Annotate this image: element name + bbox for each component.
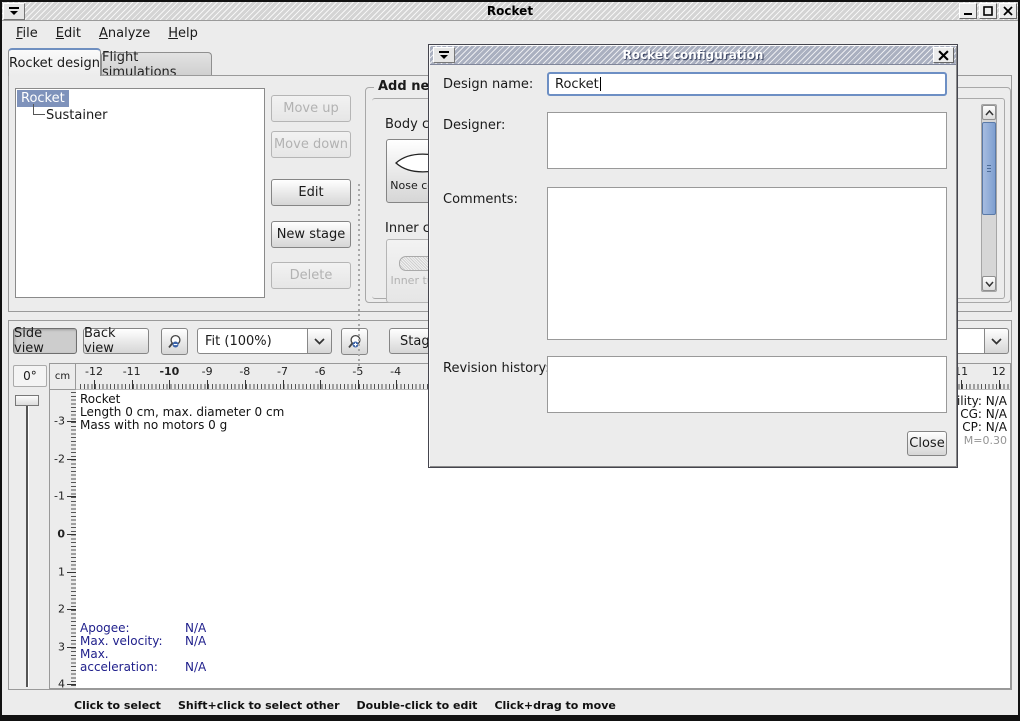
tree-item-sustainer[interactable]: Sustainer: [46, 108, 108, 123]
text-caret: [600, 77, 601, 91]
dialog-title: Rocket configuration: [430, 48, 956, 62]
scrollbar-thumb[interactable]: [982, 122, 996, 215]
rocket-summary: Rocket Length 0 cm, max. diameter 0 cm M…: [80, 393, 284, 432]
dialog-window-menu-button[interactable]: [433, 47, 455, 63]
vruler-number: 1: [58, 565, 65, 578]
max-acceleration-label: Max. acceleration:: [80, 648, 185, 674]
maximize-icon: [983, 6, 993, 16]
hruler-number: -8: [239, 365, 250, 378]
delete-button[interactable]: Delete: [271, 262, 351, 289]
hruler-number: -9: [202, 365, 213, 378]
hruler-number: -7: [277, 365, 288, 378]
comments-textarea[interactable]: [547, 187, 947, 340]
configuration-combobox-arrow[interactable]: [985, 328, 1009, 354]
flight-stats: Apogee:N/A Max. velocity:N/A Max. accele…: [80, 622, 206, 674]
chevron-down-icon: [985, 281, 994, 287]
design-name-label: Design name:: [443, 77, 533, 92]
tab-rocket-design[interactable]: Rocket design: [8, 48, 101, 76]
tab-flight-simulations[interactable]: Flight simulations: [101, 52, 212, 76]
move-up-button[interactable]: Move up: [271, 95, 351, 122]
hruler-number: -6: [315, 365, 326, 378]
rocket-configuration-dialog: Rocket configuration Design name: Rocket…: [428, 44, 958, 468]
dialog-close-button[interactable]: Close: [907, 431, 947, 456]
chevron-down-icon: [991, 338, 1002, 345]
menu-analyze[interactable]: Analyze: [91, 24, 158, 43]
hruler-number: -10: [159, 365, 179, 378]
design-name-value: Rocket: [555, 77, 599, 92]
close-button[interactable]: [999, 3, 1017, 19]
minimize-button[interactable]: [959, 3, 977, 19]
hruler-number: -11: [123, 365, 141, 378]
rotation-angle-display: 0°: [13, 365, 47, 387]
main-titlebar[interactable]: Rocket: [2, 2, 1018, 21]
window-menu-icon: [438, 50, 450, 60]
zoom-out-icon: [167, 334, 183, 350]
revision-history-textarea[interactable]: [547, 356, 947, 413]
design-name-input[interactable]: Rocket: [547, 72, 947, 96]
close-icon: [1003, 6, 1013, 16]
component-tree[interactable]: Rocket Sustainer: [15, 88, 265, 298]
maximize-button[interactable]: [979, 3, 997, 19]
zoom-level-combobox[interactable]: Fit (100%): [197, 328, 308, 354]
new-stage-button[interactable]: New stage: [271, 221, 351, 248]
hint-click-drag: Click+drag to move: [494, 699, 615, 712]
scroll-down-button[interactable]: [982, 276, 996, 291]
hruler-number: -4: [390, 365, 401, 378]
chevron-up-icon: [985, 110, 994, 116]
vertical-ruler: -3 -2 -1 0 1 2 3 4: [50, 390, 76, 688]
vruler-number: -1: [54, 490, 65, 503]
component-scrollbar[interactable]: [981, 104, 997, 292]
designer-textarea[interactable]: [547, 112, 947, 169]
rocket-summary-mass: Mass with no motors 0 g: [80, 419, 284, 432]
vruler-number: 4: [58, 678, 65, 688]
vruler-number: 2: [58, 603, 65, 616]
statusbar: Click to select Shift+click to select ot…: [0, 695, 1020, 715]
hruler-number: 12: [992, 365, 1006, 378]
vruler-number: 0: [57, 528, 65, 541]
max-acceleration-value: N/A: [185, 661, 206, 674]
hint-click-select: Click to select: [74, 699, 161, 712]
side-view-button[interactable]: Side view: [13, 328, 77, 354]
tree-connector: [33, 104, 45, 115]
panel-splitter-handle[interactable]: [358, 181, 364, 371]
vruler-number: -2: [54, 452, 65, 465]
move-down-button[interactable]: Move down: [271, 131, 351, 158]
hint-double-click: Double-click to edit: [357, 699, 478, 712]
menu-edit[interactable]: Edit: [48, 24, 89, 43]
ruler-unit-box: cm: [50, 364, 76, 390]
rotation-slider-handle[interactable]: [15, 395, 39, 406]
back-view-button[interactable]: Back view: [83, 328, 149, 354]
vruler-number: -3: [54, 415, 65, 428]
scroll-up-button[interactable]: [982, 105, 996, 120]
window-menu-icon: [8, 6, 20, 16]
menu-file[interactable]: File: [8, 24, 46, 43]
close-icon: [938, 50, 949, 61]
hint-shift-click: Shift+click to select other: [178, 699, 340, 712]
comments-label: Comments:: [443, 192, 518, 207]
zoom-out-button[interactable]: [161, 328, 188, 355]
rotation-slider-track[interactable]: [26, 405, 28, 687]
hruler-number: -12: [85, 365, 103, 378]
dialog-titlebar[interactable]: Rocket configuration: [430, 46, 956, 65]
minimize-icon: [963, 6, 973, 16]
vruler-number: 3: [58, 640, 65, 653]
revision-history-label: Revision history:: [443, 361, 550, 376]
menu-help[interactable]: Help: [160, 24, 206, 43]
openrocket-window: Rocket File Edit Analyze Help Rocket des…: [0, 0, 1020, 721]
chevron-down-icon: [314, 338, 325, 345]
window-title: Rocket: [2, 4, 1018, 18]
window-menu-button[interactable]: [3, 3, 25, 20]
menubar: File Edit Analyze Help: [2, 21, 1018, 45]
zoom-combobox-arrow[interactable]: [308, 328, 332, 354]
max-velocity-value: N/A: [185, 635, 206, 648]
designer-label: Designer:: [443, 118, 505, 133]
edit-button[interactable]: Edit: [271, 179, 351, 206]
dialog-close-x-button[interactable]: [933, 47, 954, 63]
